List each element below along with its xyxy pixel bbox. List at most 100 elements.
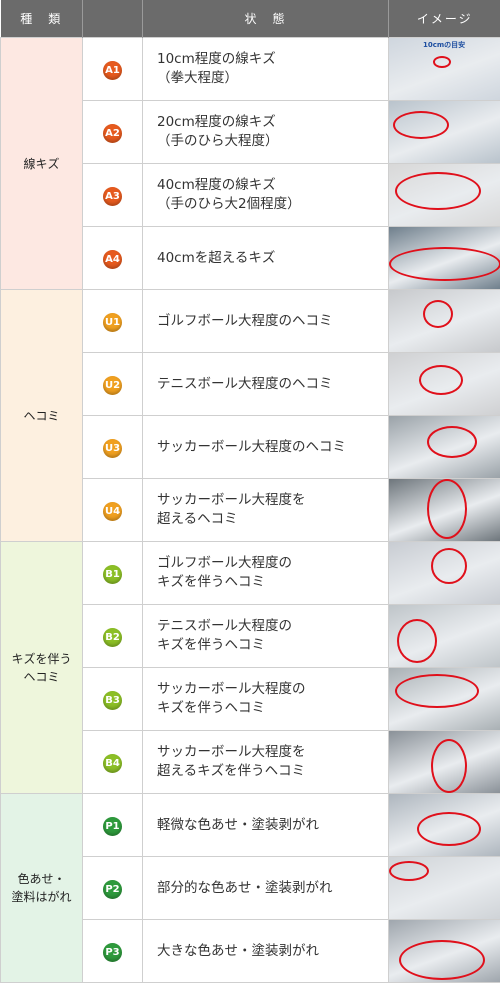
- damage-code-badge: P3: [103, 943, 122, 962]
- header-state: 状 態: [142, 0, 389, 38]
- damage-marker-ring: [419, 365, 463, 395]
- description-line-1: ゴルフボール大程度のヘコミ: [157, 312, 333, 329]
- damage-code-badge: U3: [103, 439, 122, 458]
- damage-description: ゴルフボール大程度の キズを伴うヘコミ: [142, 541, 389, 605]
- badge-cell: A1: [82, 37, 143, 101]
- header-kind: 種 類: [0, 0, 83, 38]
- header-image: イメージ: [388, 0, 500, 38]
- table-row: 線キズ A1 10cm程度の線キズ （拳大程度） 10cmの目安: [0, 37, 500, 290]
- damage-code-badge: B3: [103, 691, 122, 710]
- badge-cell: B2: [82, 604, 143, 668]
- table-row: キズを伴う ヘコミ B1 ゴルフボール大程度の キズを伴うヘコミ: [0, 541, 500, 794]
- badge-cell: B1: [82, 541, 143, 605]
- damage-image: [388, 415, 500, 479]
- description-line-1: テニスボール大程度のヘコミ: [157, 375, 333, 392]
- damage-code-badge: A4: [103, 250, 122, 269]
- damage-marker-ring: [427, 426, 477, 458]
- badge-cell: P2: [82, 856, 143, 920]
- badge-cell: U3: [82, 415, 143, 479]
- damage-description: 10cm程度の線キズ （拳大程度）: [142, 37, 389, 101]
- description-line-2: キズを伴うヘコミ: [157, 637, 265, 653]
- category-label: ヘコミ: [0, 289, 83, 542]
- damage-code-badge: A1: [103, 61, 122, 80]
- table-row: ヘコミ U1 ゴルフボール大程度のヘコミ: [0, 289, 500, 542]
- car-photo: [389, 164, 500, 226]
- badge-cell: P3: [82, 919, 143, 983]
- category-label: キズを伴う ヘコミ: [0, 541, 83, 794]
- damage-marker-ring: [423, 300, 453, 328]
- car-photo: [389, 353, 500, 415]
- damage-description: 40cm程度の線キズ （手のひら大2個程度）: [142, 163, 389, 227]
- damage-marker-ring: [395, 674, 479, 708]
- damage-description: サッカーボール大程度の キズを伴うヘコミ: [142, 667, 389, 731]
- damage-code-badge: U1: [103, 313, 122, 332]
- damage-marker-ring: [427, 479, 467, 539]
- car-photo: [389, 542, 500, 604]
- table-header: 種 類 状 態 イメージ: [0, 0, 500, 38]
- description-line-2: キズを伴うヘコミ: [157, 700, 265, 716]
- damage-code-badge: U2: [103, 376, 122, 395]
- car-photo: [389, 101, 500, 163]
- damage-description: 軽微な色あせ・塗装剥がれ: [142, 793, 389, 857]
- description-line-1: 大きな色あせ・塗装剥がれ: [157, 942, 319, 959]
- damage-image: [388, 793, 500, 857]
- category-label: 線キズ: [0, 37, 83, 290]
- badge-cell: A2: [82, 100, 143, 164]
- description-line-1: 10cm程度の線キズ: [157, 51, 276, 67]
- damage-code-badge: A3: [103, 187, 122, 206]
- damage-image: [388, 919, 500, 983]
- damage-marker-ring: [417, 812, 481, 846]
- badge-cell: P1: [82, 793, 143, 857]
- damage-image: [388, 163, 500, 227]
- damage-marker-ring: [399, 940, 485, 980]
- image-scale-label: 10cmの目安: [423, 41, 466, 49]
- badge-cell: U4: [82, 478, 143, 542]
- description-line-1: 40cmを超えるキズ: [157, 249, 276, 266]
- damage-marker-ring: [431, 548, 467, 584]
- damage-image: 10cmの目安: [388, 37, 500, 101]
- car-photo: [389, 794, 500, 856]
- car-photo: [389, 416, 500, 478]
- damage-description: テニスボール大程度の キズを伴うヘコミ: [142, 604, 389, 668]
- damage-description: サッカーボール大程度のヘコミ: [142, 415, 389, 479]
- description-line-1: 部分的な色あせ・塗装剥がれ: [157, 879, 333, 896]
- damage-marker-ring: [389, 247, 500, 281]
- damage-image: [388, 541, 500, 605]
- description-line-1: 軽微な色あせ・塗装剥がれ: [157, 816, 319, 833]
- description-line-1: 40cm程度の線キズ: [157, 177, 276, 193]
- damage-code-badge: B1: [103, 565, 122, 584]
- description-line-2: （手のひら大2個程度）: [157, 196, 301, 212]
- damage-marker-ring: [389, 861, 429, 881]
- damage-code-badge: P2: [103, 880, 122, 899]
- damage-marker-ring: [393, 111, 449, 139]
- description-line-1: テニスボール大程度の: [157, 618, 292, 634]
- damage-code-badge: A2: [103, 124, 122, 143]
- car-photo: [389, 668, 500, 730]
- damage-marker-ring: [433, 56, 451, 68]
- damage-code-badge: P1: [103, 817, 122, 836]
- car-photo: [389, 731, 500, 793]
- description-line-1: ゴルフボール大程度の: [157, 555, 292, 571]
- description-line-2: （拳大程度）: [157, 70, 238, 86]
- description-line-1: 20cm程度の線キズ: [157, 114, 276, 130]
- description-line-2: （手のひら大程度）: [157, 133, 279, 149]
- category-label: 色あせ・ 塗料はがれ: [0, 793, 83, 983]
- damage-description: 20cm程度の線キズ （手のひら大程度）: [142, 100, 389, 164]
- car-photo: [389, 605, 500, 667]
- damage-marker-ring: [431, 739, 467, 793]
- description-line-1: サッカーボール大程度を: [157, 492, 306, 508]
- damage-image: [388, 667, 500, 731]
- car-photo: [389, 857, 500, 919]
- badge-cell: U2: [82, 352, 143, 416]
- damage-description: サッカーボール大程度を 超えるキズを伴うヘコミ: [142, 730, 389, 794]
- description-line-2: 超えるヘコミ: [157, 511, 238, 527]
- car-photo: [389, 227, 500, 289]
- car-photo: [389, 290, 500, 352]
- damage-image: [388, 730, 500, 794]
- damage-description: ゴルフボール大程度のヘコミ: [142, 289, 389, 353]
- damage-description: 大きな色あせ・塗装剥がれ: [142, 919, 389, 983]
- table-row: 色あせ・ 塗料はがれ P1 軽微な色あせ・塗装剥がれ: [0, 793, 500, 983]
- damage-table: 種 類 状 態 イメージ 線キズ A1 10cm程度の線キズ （拳大程度） 10cmの目…: [0, 0, 500, 983]
- description-line-1: サッカーボール大程度のヘコミ: [157, 438, 346, 455]
- damage-image: [388, 478, 500, 542]
